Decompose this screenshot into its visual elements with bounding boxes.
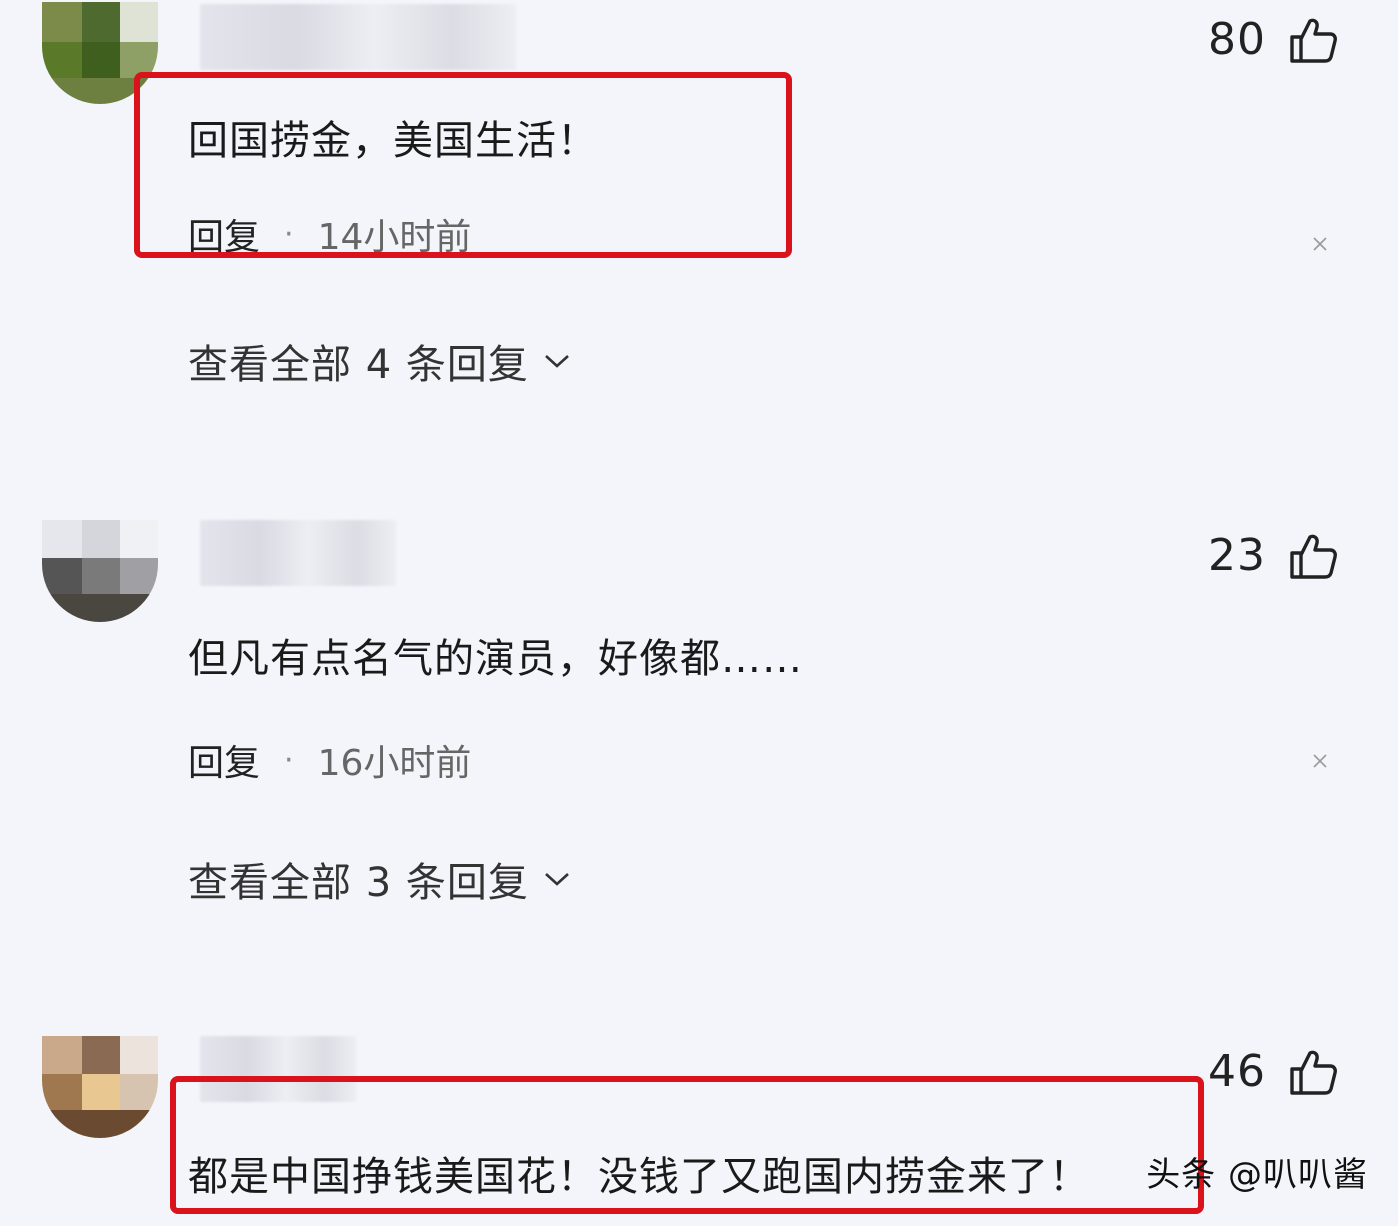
avatar[interactable] (42, 1036, 158, 1138)
thumbs-up-icon (1290, 1050, 1337, 1095)
watermark: 头条 @叭叭酱 (1146, 1155, 1368, 1195)
like-button[interactable]: 46 (1208, 1046, 1338, 1097)
like-count: 46 (1208, 1046, 1266, 1097)
comment-item-3: 46 都是中国挣钱美国花！没钱了又跑国内捞金来了！ (0, 0, 1398, 1226)
highlight-box (170, 1076, 1204, 1214)
comment-list: { "comments": [ { "likes": "80", "text":… (0, 0, 1398, 1226)
